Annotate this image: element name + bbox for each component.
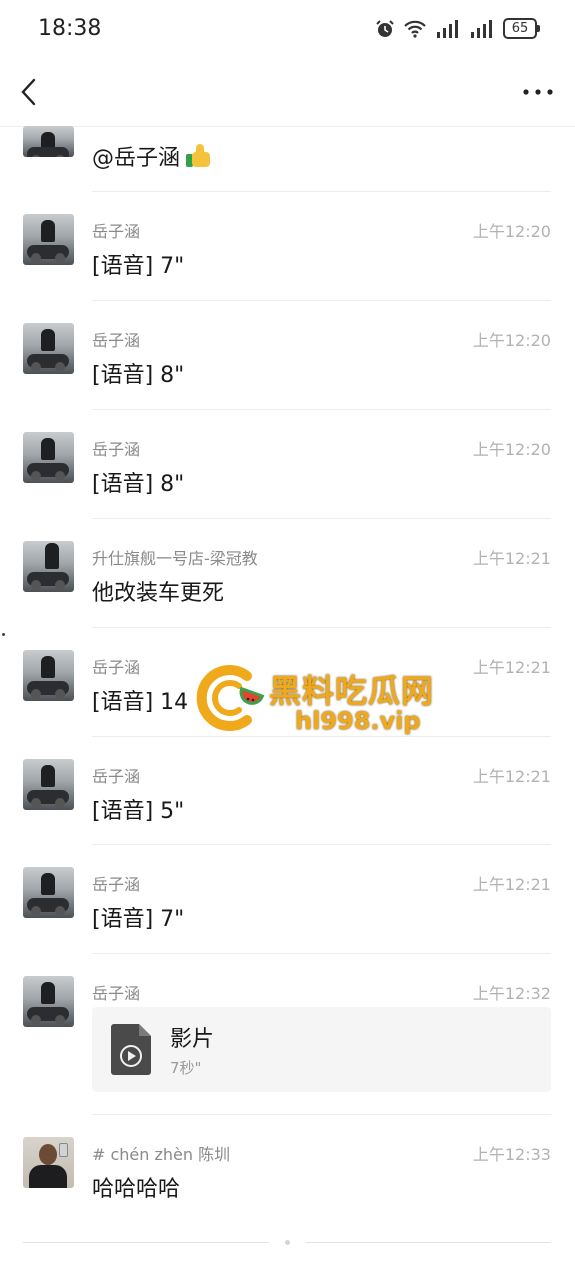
sender-name: 岳子涵 (92, 222, 141, 241)
video-file-icon (111, 1024, 151, 1075)
sender-name: 岳子涵 (92, 658, 141, 677)
message-text: [语音] 7" (92, 254, 185, 279)
signal-icon (471, 19, 492, 38)
avatar[interactable] (23, 126, 74, 157)
avatar[interactable] (23, 1137, 74, 1188)
message-time: 上午12:21 (472, 549, 551, 568)
message-item[interactable]: # chén zhèn 陈圳 上午12:33 哈哈哈哈 (0, 1115, 575, 1240)
message-item[interactable]: 岳子涵 上午12:20 [语音] 8" (0, 410, 575, 519)
message-text: [语音] 7" (92, 907, 185, 932)
sender-name: 岳子涵 (92, 875, 141, 894)
sender-name: 升仕旗舰一号店-梁冠教 (92, 549, 258, 568)
sender-name: 岳子涵 (92, 984, 141, 1003)
message-item[interactable]: 岳子涵 上午12:20 [语音] 8" (0, 301, 575, 410)
message-text: [语音] 8" (92, 472, 185, 497)
thumbs-up-icon (186, 144, 212, 168)
avatar[interactable] (23, 976, 74, 1027)
wifi-icon (404, 20, 426, 38)
alarm-icon (376, 19, 394, 37)
divider (23, 1242, 269, 1243)
avatar[interactable] (23, 650, 74, 701)
avatar[interactable] (23, 867, 74, 918)
video-card[interactable]: 影片 7秒" (92, 1007, 551, 1092)
avatar[interactable] (23, 759, 74, 810)
nav-bar (0, 60, 575, 127)
video-title: 影片 (170, 1027, 215, 1052)
message-item[interactable]: 岳子涵 上午12:21 [语音] 5" (0, 737, 575, 845)
message-text: @岳子涵 (92, 140, 212, 172)
message-time: 上午12:33 (472, 1145, 551, 1164)
message-time: 上午12:21 (472, 658, 551, 677)
sender-name: # chén zhèn 陈圳 (92, 1145, 231, 1164)
sender-name: 岳子涵 (92, 331, 141, 350)
sender-name: 岳子涵 (92, 440, 141, 459)
status-bar: 18:38 65 (0, 0, 575, 60)
watermark: 黑料吃瓜网 hl998.vip (195, 662, 465, 742)
divider (306, 1242, 551, 1243)
sender-name: 岳子涵 (92, 767, 141, 786)
watermark-url: hl998.vip (295, 707, 421, 735)
edge-dot (2, 633, 5, 636)
avatar[interactable] (23, 323, 74, 374)
message-item[interactable]: 岳子涵 上午12:32 影片 7秒" (0, 954, 575, 1115)
status-icons: 65 (375, 18, 540, 39)
message-item[interactable]: @岳子涵 (0, 126, 575, 192)
message-time: 上午12:20 (472, 440, 551, 459)
message-time: 上午12:32 (472, 984, 551, 1003)
watermark-title: 黑料吃瓜网 (269, 672, 435, 710)
watermark-logo-icon (196, 665, 265, 731)
message-text: [语音] 14 (92, 690, 189, 715)
message-text: [语音] 5" (92, 799, 185, 824)
message-text: 他改装车更死 (92, 581, 225, 606)
message-time: 上午12:20 (472, 222, 551, 241)
message-item[interactable]: 升仕旗舰一号店-梁冠教 上午12:21 他改装车更死 (0, 519, 575, 628)
scroll-dot (285, 1240, 290, 1245)
message-item[interactable]: 岳子涵 上午12:20 [语音] 7" (0, 192, 575, 301)
status-time: 18:38 (38, 16, 102, 41)
avatar[interactable] (23, 541, 74, 592)
message-item[interactable]: 岳子涵 上午12:21 [语音] 7" (0, 845, 575, 954)
video-duration: 7秒" (170, 1059, 202, 1077)
message-text: 哈哈哈哈 (92, 1177, 181, 1202)
chevron-left-icon[interactable] (16, 76, 42, 108)
more-dots-icon[interactable] (521, 82, 555, 102)
battery-icon: 65 (503, 18, 540, 39)
signal-icon (437, 19, 458, 38)
avatar[interactable] (23, 432, 74, 483)
message-time: 上午12:20 (472, 331, 551, 350)
message-text: [语音] 8" (92, 363, 185, 388)
avatar[interactable] (23, 214, 74, 265)
message-time: 上午12:21 (472, 767, 551, 786)
message-time: 上午12:21 (472, 875, 551, 894)
